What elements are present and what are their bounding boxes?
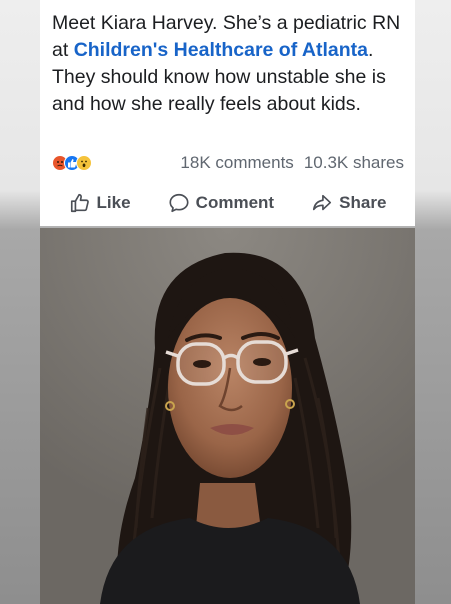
reaction-summary[interactable]: [52, 155, 92, 171]
blurred-background-left: [0, 0, 40, 604]
comment-bubble-icon: [168, 192, 190, 214]
post-stats: 18K comments 10.3K shares: [52, 152, 404, 174]
like-label: Like: [96, 193, 131, 212]
shares-count[interactable]: 10.3K shares: [304, 153, 404, 173]
comments-count[interactable]: 18K comments: [180, 153, 293, 173]
post-link-childrens-healthcare[interactable]: Children's Healthcare of Atlanta: [74, 39, 368, 61]
wow-react-icon: [76, 155, 92, 171]
share-button[interactable]: Share: [311, 192, 386, 214]
blurred-background-right: [415, 0, 451, 604]
thumbs-up-icon: [69, 192, 91, 214]
comment-label: Comment: [195, 193, 275, 212]
portrait-illustration: [40, 228, 415, 604]
post-text: Meet Kiara Harvey. She’s a pediatric RN …: [52, 10, 404, 118]
like-button[interactable]: Like: [69, 192, 131, 214]
comment-button[interactable]: Comment: [168, 192, 274, 214]
engagement-counts: 18K comments 10.3K shares: [180, 153, 404, 173]
share-label: Share: [339, 193, 387, 212]
share-arrow-icon: [311, 192, 333, 214]
post-action-bar: Like Comment Share: [40, 186, 415, 220]
post-photo[interactable]: [40, 228, 415, 604]
post-card: Meet Kiara Harvey. She’s a pediatric RN …: [40, 0, 415, 226]
